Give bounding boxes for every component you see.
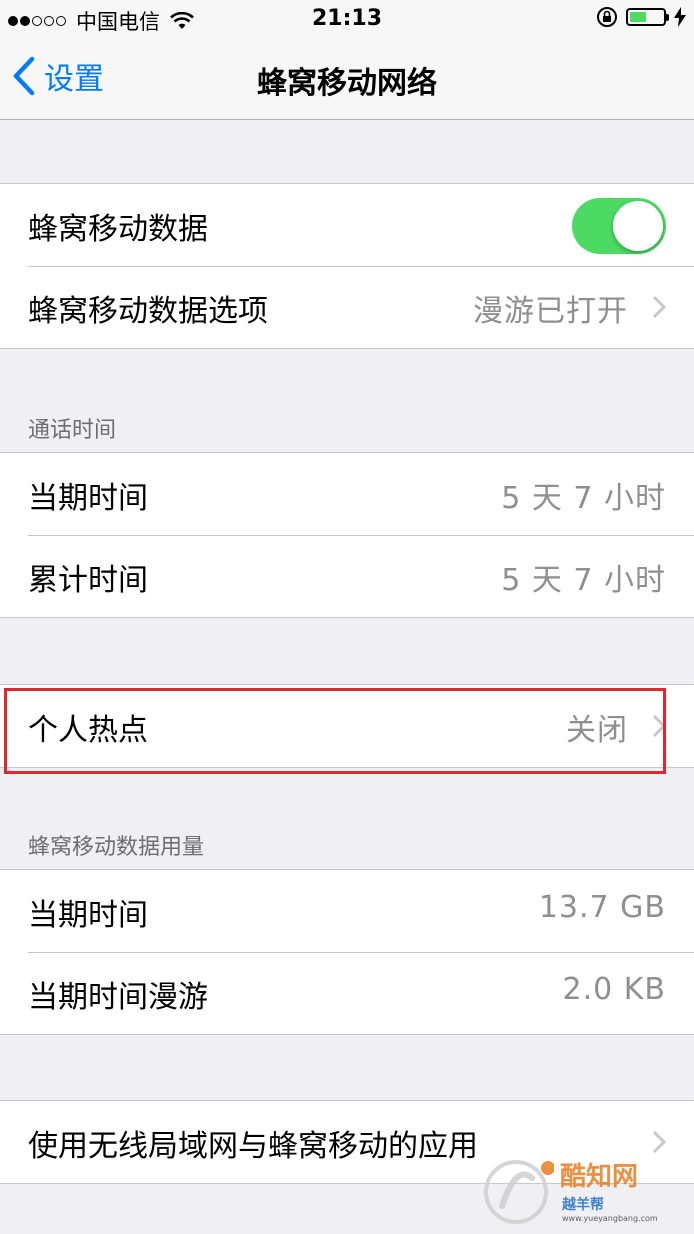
cellular-data-row: 蜂窝移动数据 <box>0 184 694 266</box>
toggle-knob <box>613 201 663 251</box>
watermark-logo-icon <box>484 1160 554 1224</box>
data-usage-current-value: 13.7 GB <box>538 890 666 925</box>
data-usage-current-row: 当期时间 13.7 GB <box>0 870 694 952</box>
data-usage-header: 蜂窝移动数据用量 <box>28 835 205 860</box>
navigation-bar: 设置 蜂窝移动网络 <box>0 40 694 120</box>
call-time-header: 通话时间 <box>28 418 117 443</box>
watermark-url: www.yueyangbang.com <box>562 1214 658 1223</box>
cellular-data-label: 蜂窝移动数据 <box>28 212 208 247</box>
data-usage-roaming-value: 2.0 KB <box>562 972 666 1007</box>
chevron-right-icon <box>652 1130 666 1154</box>
call-time-total-label: 累计时间 <box>28 563 148 598</box>
call-time-current-value: 5 天 7 小时 <box>501 481 666 516</box>
call-time-group: 当期时间 5 天 7 小时 累计时间 5 天 7 小时 <box>0 452 694 618</box>
watermark-brand: 越羊帮 <box>562 1197 604 1213</box>
data-usage-group: 当期时间 13.7 GB 当期时间漫游 2.0 KB <box>0 869 694 1035</box>
watermark-text: 酷知网 <box>560 1162 639 1192</box>
battery-fill <box>630 12 646 22</box>
wlan-cellular-apps-label: 使用无线局域网与蜂窝移动的应用 <box>28 1129 478 1164</box>
cellular-data-options-value: 漫游已打开 <box>473 294 628 329</box>
cellular-data-group: 蜂窝移动数据 蜂窝移动数据选项 漫游已打开 <box>0 183 694 349</box>
status-bar: 中国电信 21:13 <box>0 0 694 40</box>
data-usage-roaming-label: 当期时间漫游 <box>28 980 208 1015</box>
battery-icon <box>626 8 669 26</box>
data-usage-current-label: 当期时间 <box>28 898 148 933</box>
charging-bolt-icon <box>674 7 686 27</box>
rotation-lock-icon <box>597 7 617 27</box>
data-usage-roaming-row: 当期时间漫游 2.0 KB <box>0 952 694 1034</box>
cellular-data-toggle[interactable] <box>572 198 666 254</box>
call-time-total-row: 累计时间 5 天 7 小时 <box>0 535 694 617</box>
watermark: 酷知网 越羊帮 www.yueyangbang.com <box>478 1152 688 1232</box>
chevron-right-icon <box>652 295 666 319</box>
page-title: 蜂窝移动网络 <box>257 66 437 101</box>
call-time-total-value: 5 天 7 小时 <box>501 563 666 598</box>
cellular-data-options-row[interactable]: 蜂窝移动数据选项 漫游已打开 <box>0 266 694 348</box>
highlight-box <box>4 688 666 774</box>
status-time: 21:13 <box>311 6 383 31</box>
call-time-current-label: 当期时间 <box>28 481 148 516</box>
cellular-data-options-label: 蜂窝移动数据选项 <box>28 294 268 329</box>
status-right <box>596 6 686 28</box>
call-time-current-row: 当期时间 5 天 7 小时 <box>0 453 694 535</box>
